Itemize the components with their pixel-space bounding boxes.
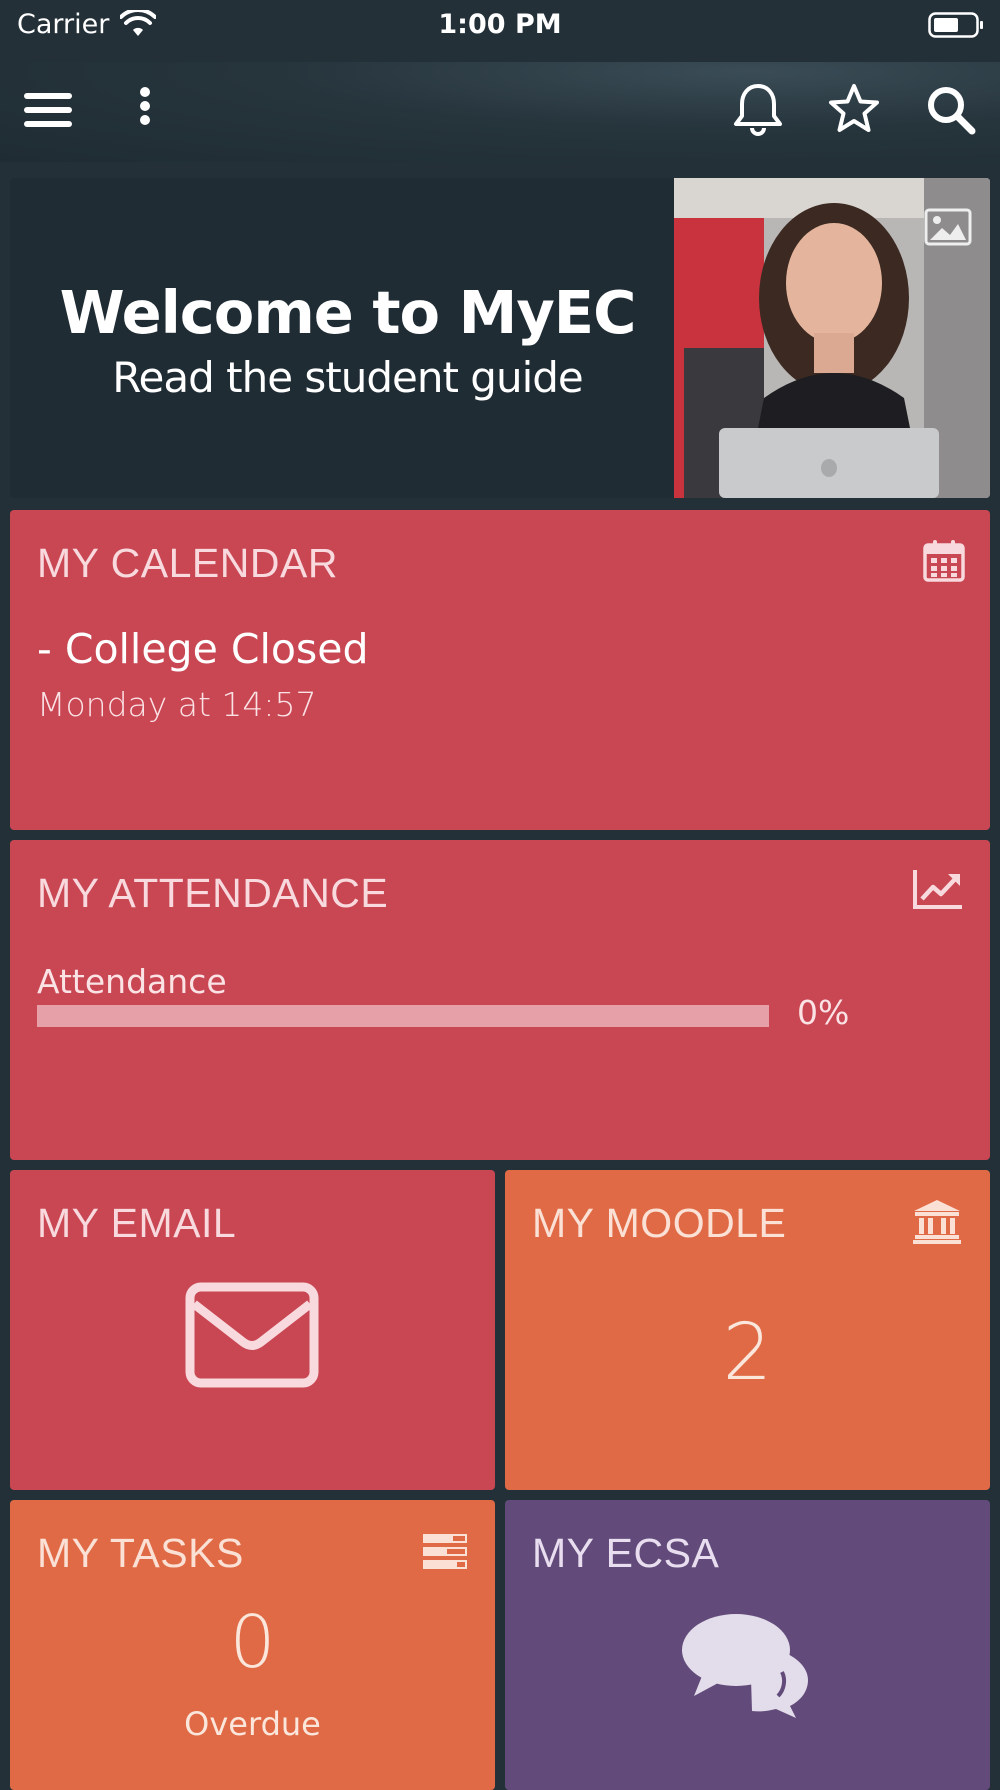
tasks-title: MY TASKS <box>37 1530 244 1576</box>
calendar-event-time: Monday at 14:57 <box>37 685 317 724</box>
status-bar: Carrier 1:00 PM <box>0 0 1000 50</box>
star-icon[interactable] <box>826 82 882 138</box>
tasks-overdue-label: Overdue <box>184 1705 321 1743</box>
attendance-tile[interactable]: MY ATTENDANCE Attendance 0% <box>10 840 990 1160</box>
tasks-count: 0 <box>229 1600 276 1684</box>
banner-headline: Welcome to MyEC <box>59 278 637 347</box>
tasks-icon <box>423 1534 467 1569</box>
line-chart-icon <box>913 870 962 909</box>
email-title: MY EMAIL <box>37 1200 237 1246</box>
student-photo <box>674 178 990 498</box>
clock: 1:00 PM <box>438 9 562 40</box>
calendar-tile[interactable]: MY CALENDAR - College Closed Monday at 1… <box>10 510 990 830</box>
banner-subtitle: Read the student guide <box>112 353 584 402</box>
battery-icon <box>928 12 983 38</box>
hamburger-menu-icon[interactable] <box>20 82 76 138</box>
attendance-progress-bar <box>37 1005 769 1027</box>
moodle-title: MY MOODLE <box>532 1200 787 1246</box>
ecsa-title: MY ECSA <box>532 1530 720 1576</box>
welcome-banner[interactable]: Welcome to MyEC Read the student guide <box>10 178 990 498</box>
bell-icon[interactable] <box>730 82 786 138</box>
top-toolbar <box>0 62 1000 162</box>
attendance-label: Attendance <box>37 962 227 1001</box>
calendar-event-title: - College Closed <box>37 625 369 673</box>
institution-icon <box>913 1200 961 1244</box>
ecsa-tile[interactable]: MY ECSA <box>505 1500 990 1790</box>
envelope-icon <box>185 1282 319 1388</box>
banner-text: Welcome to MyEC Read the student guide <box>10 178 685 498</box>
calendar-icon <box>923 540 965 582</box>
moodle-count: 2 <box>722 1308 773 1398</box>
moodle-tile[interactable]: MY MOODLE 2 <box>505 1170 990 1490</box>
search-icon[interactable] <box>923 82 979 138</box>
email-tile[interactable]: MY EMAIL <box>10 1170 495 1490</box>
calendar-title: MY CALENDAR <box>37 540 338 586</box>
attendance-title: MY ATTENDANCE <box>37 870 389 916</box>
image-icon <box>924 208 972 246</box>
tasks-tile[interactable]: MY TASKS 0 Overdue <box>10 1500 495 1790</box>
attendance-percent: 0% <box>797 993 850 1032</box>
chat-bubbles-icon <box>682 1614 808 1718</box>
more-vertical-icon[interactable] <box>117 82 173 138</box>
